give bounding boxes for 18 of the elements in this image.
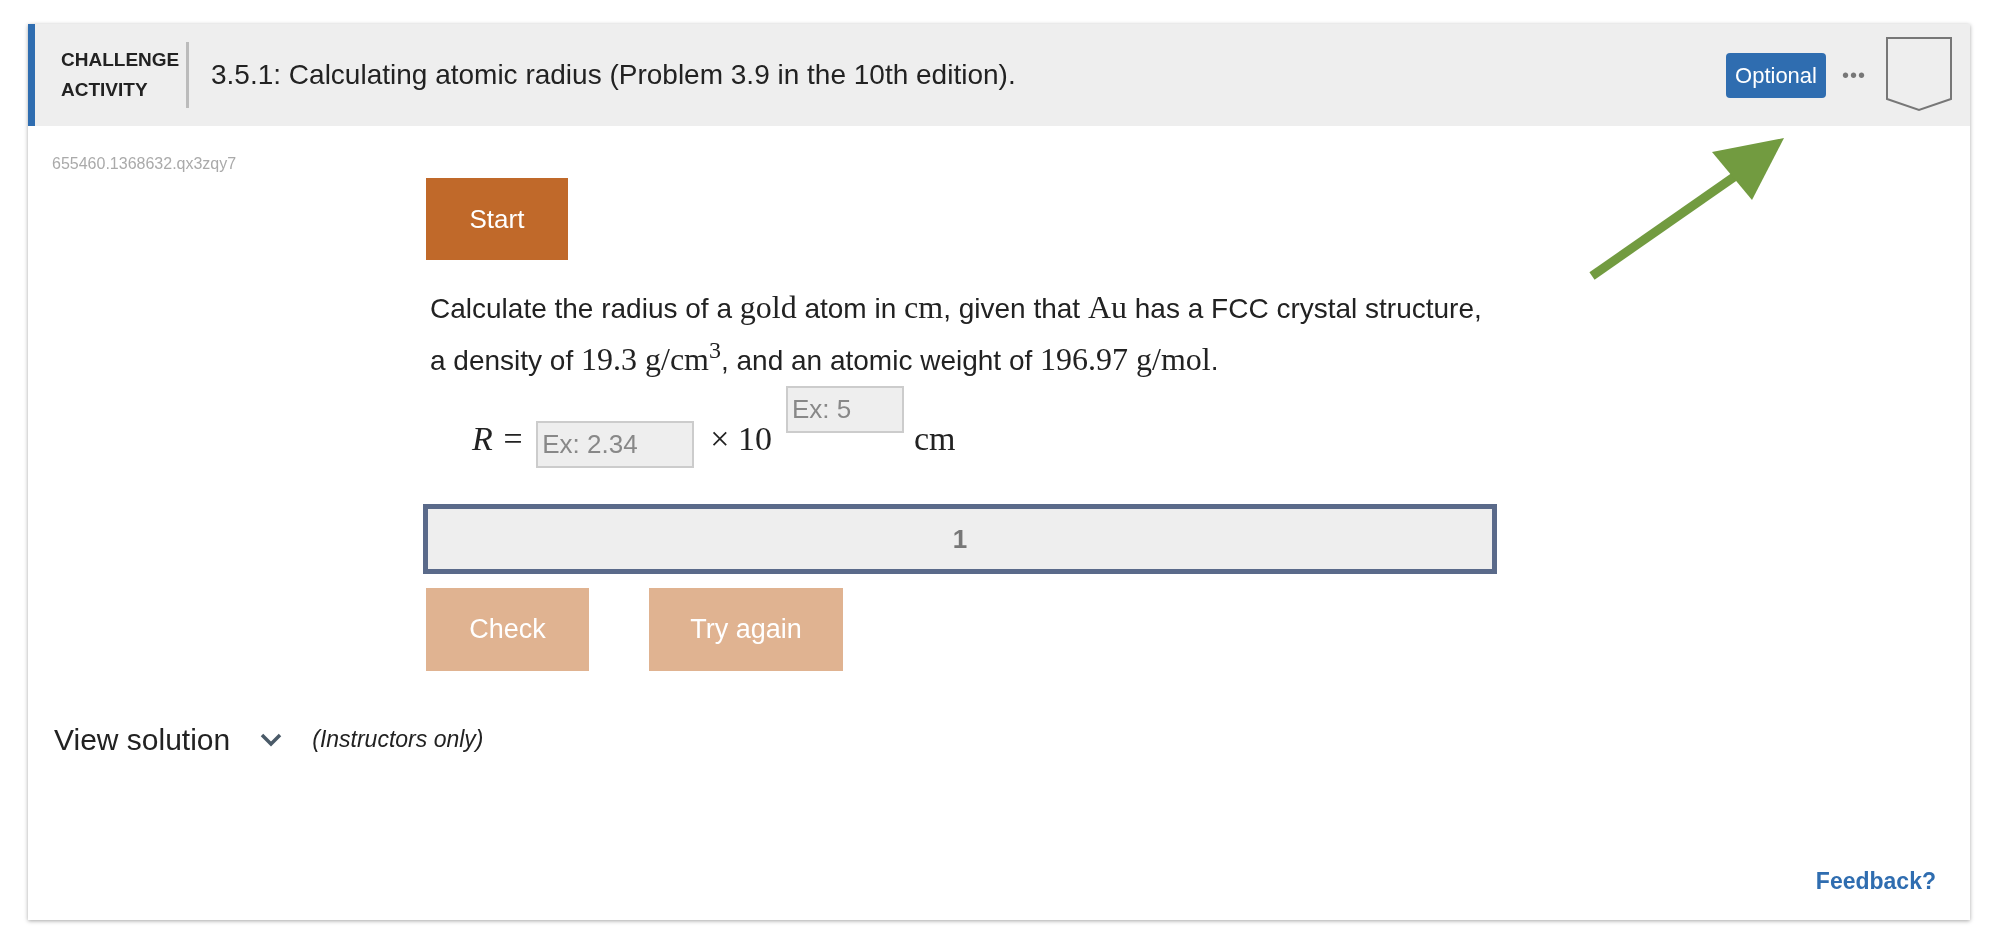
progress-box: 1 — [423, 504, 1497, 574]
times-ten-text: × 10 — [710, 419, 772, 459]
start-button[interactable]: Start — [426, 178, 568, 260]
equation-label: R = — [472, 419, 525, 459]
chevron-icon[interactable] — [260, 732, 283, 747]
mantissa-field[interactable]: Ex: 2.34 — [536, 421, 695, 468]
question-text: Calculate the radius of a gold atom in cm, given that Au has a FCC crystal structure, a density of 19.3 g/cm$^{3}$, and an atomic weight of 196.97 g/mol. — [430, 288, 1483, 379]
activity-label: CHALLENGE ACTIVITY — [61, 48, 181, 102]
exponent-field[interactable]: Ex: 5 — [785, 386, 904, 433]
optional-badge: Optional — [1726, 52, 1826, 98]
activity-title: 3.5.1: Calculating atomic radius (Problem 3.9 in the 10th edition). — [211, 58, 1017, 92]
view-solution-toggle[interactable]: View solution — [54, 717, 231, 762]
feedback-link[interactable]: Feedback? — [1815, 863, 1936, 898]
bookmark-icon[interactable] — [1886, 37, 1952, 113]
activity-id: 655460.1368632.qx3zqy7 — [51, 154, 238, 174]
instructors-note: (Instructors only) — [312, 725, 484, 755]
more-button[interactable]: ••• — [1842, 60, 1866, 90]
unit-text: cm — [913, 419, 956, 459]
